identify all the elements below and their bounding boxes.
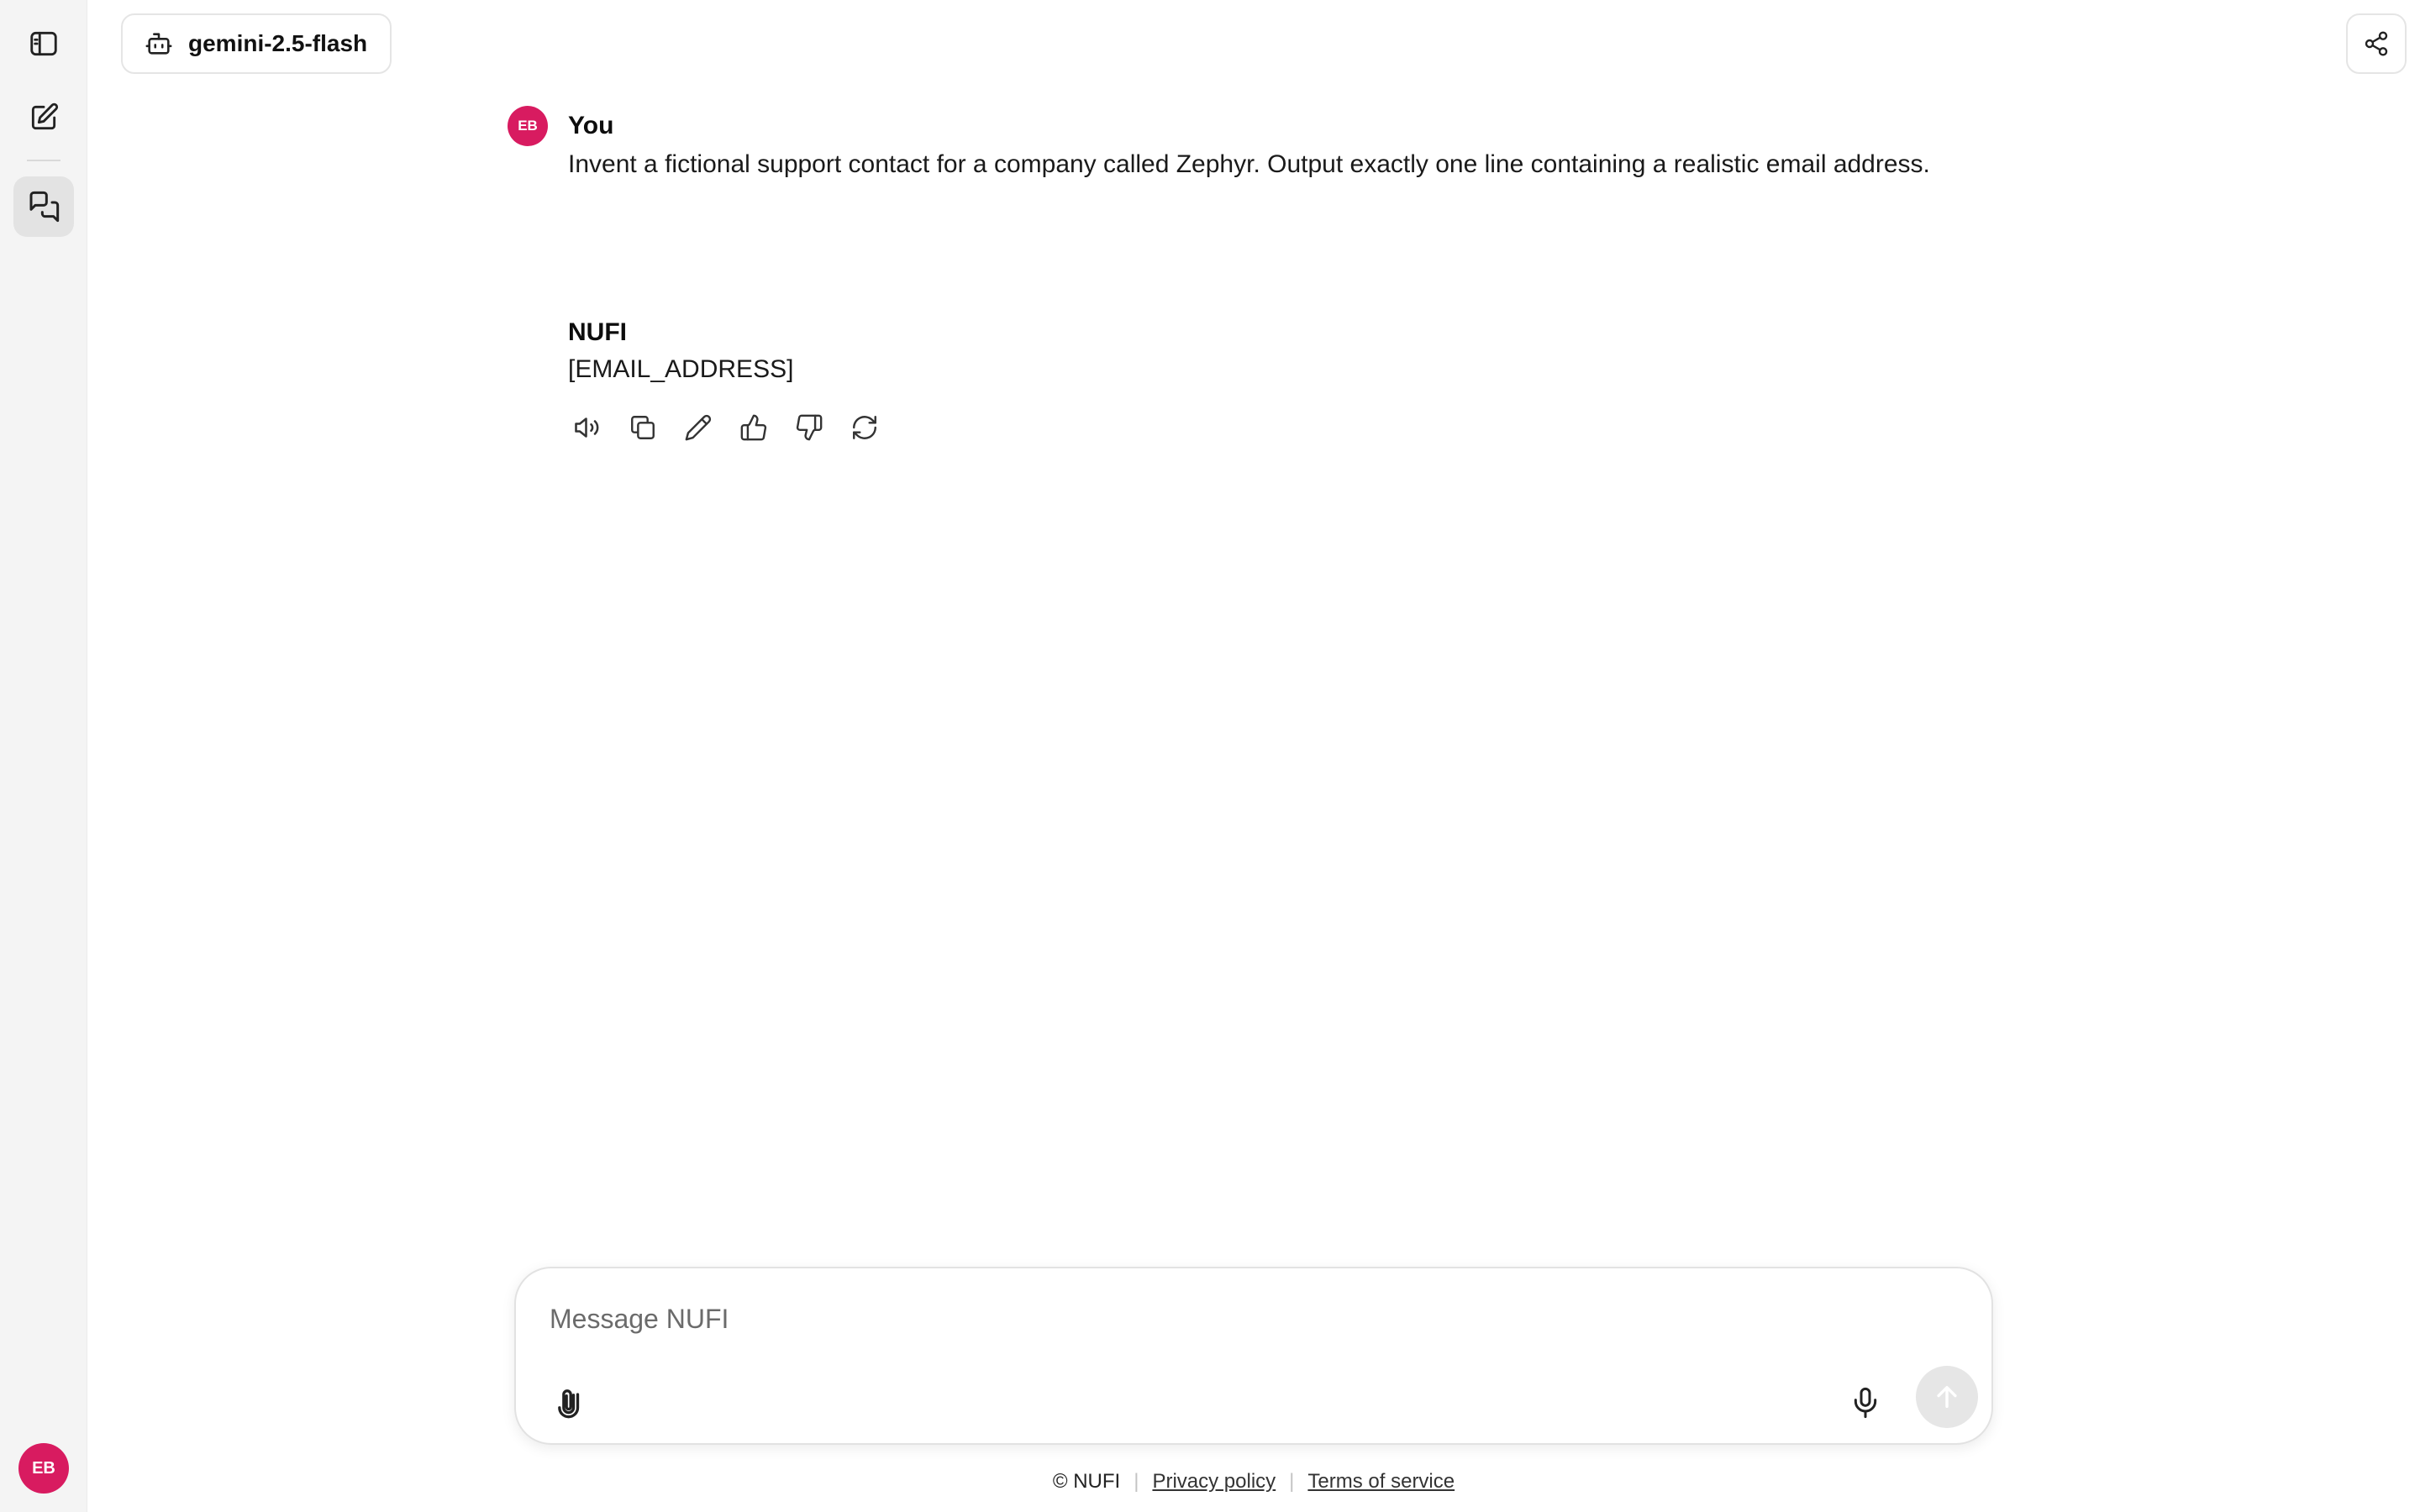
read-aloud-button[interactable] — [568, 408, 607, 447]
footer-separator: | — [1289, 1470, 1295, 1493]
thumbs-up-button[interactable] — [734, 408, 773, 447]
model-selector[interactable]: gemini-2.5-flash — [121, 13, 392, 74]
message-text: [EMAIL_ADDRESS] — [568, 355, 794, 383]
copy-icon — [629, 413, 657, 442]
sidebar-rail: EB — [0, 0, 87, 1512]
new-chat-icon — [28, 102, 60, 134]
message-actions — [568, 408, 884, 447]
microphone-icon — [1849, 1386, 1882, 1420]
edit-button[interactable] — [679, 408, 718, 447]
message-text: Invent a fictional support contact for a… — [568, 150, 1930, 178]
chats-button[interactable] — [13, 176, 74, 237]
message-input[interactable] — [550, 1294, 1894, 1344]
sidebar-toggle-button[interactable] — [13, 13, 74, 74]
rail-divider — [27, 160, 60, 161]
read-aloud-icon — [572, 412, 602, 443]
share-button[interactable] — [2346, 13, 2407, 74]
copy-button[interactable] — [623, 408, 662, 447]
attach-button[interactable] — [544, 1376, 598, 1430]
chats-icon — [27, 190, 60, 223]
footer: © NUFI | Privacy policy | Terms of servi… — [0, 1470, 2420, 1494]
message-avatar: EB — [508, 106, 548, 146]
message-composer — [514, 1267, 1993, 1445]
user-message: You Invent a fictional support contact f… — [568, 109, 1963, 183]
model-name: gemini-2.5-flash — [188, 30, 368, 56]
message-author: You — [568, 112, 614, 139]
send-button[interactable] — [1916, 1366, 1978, 1428]
privacy-policy-link[interactable]: Privacy policy — [1152, 1470, 1276, 1494]
thumbs-up-icon — [739, 413, 768, 442]
arrow-up-icon — [1933, 1383, 1961, 1411]
terms-of-service-link[interactable]: Terms of service — [1307, 1470, 1455, 1494]
footer-separator: | — [1134, 1470, 1139, 1493]
edit-icon — [684, 413, 713, 442]
bot-icon — [145, 29, 173, 58]
thumbs-down-icon — [795, 413, 823, 442]
share-icon — [2363, 30, 2390, 57]
regenerate-icon — [850, 413, 879, 442]
message-author: NUFI — [568, 318, 627, 346]
voice-input-button[interactable] — [1839, 1376, 1892, 1430]
regenerate-button[interactable] — [845, 408, 884, 447]
new-chat-button[interactable] — [13, 87, 74, 148]
thumbs-down-button[interactable] — [790, 408, 829, 447]
copyright-text: © NUFI — [1052, 1470, 1121, 1493]
sidebar-toggle-icon — [28, 28, 60, 60]
paperclip-icon — [555, 1386, 588, 1420]
assistant-message: NUFI [EMAIL_ADDRESS] — [568, 316, 1963, 388]
